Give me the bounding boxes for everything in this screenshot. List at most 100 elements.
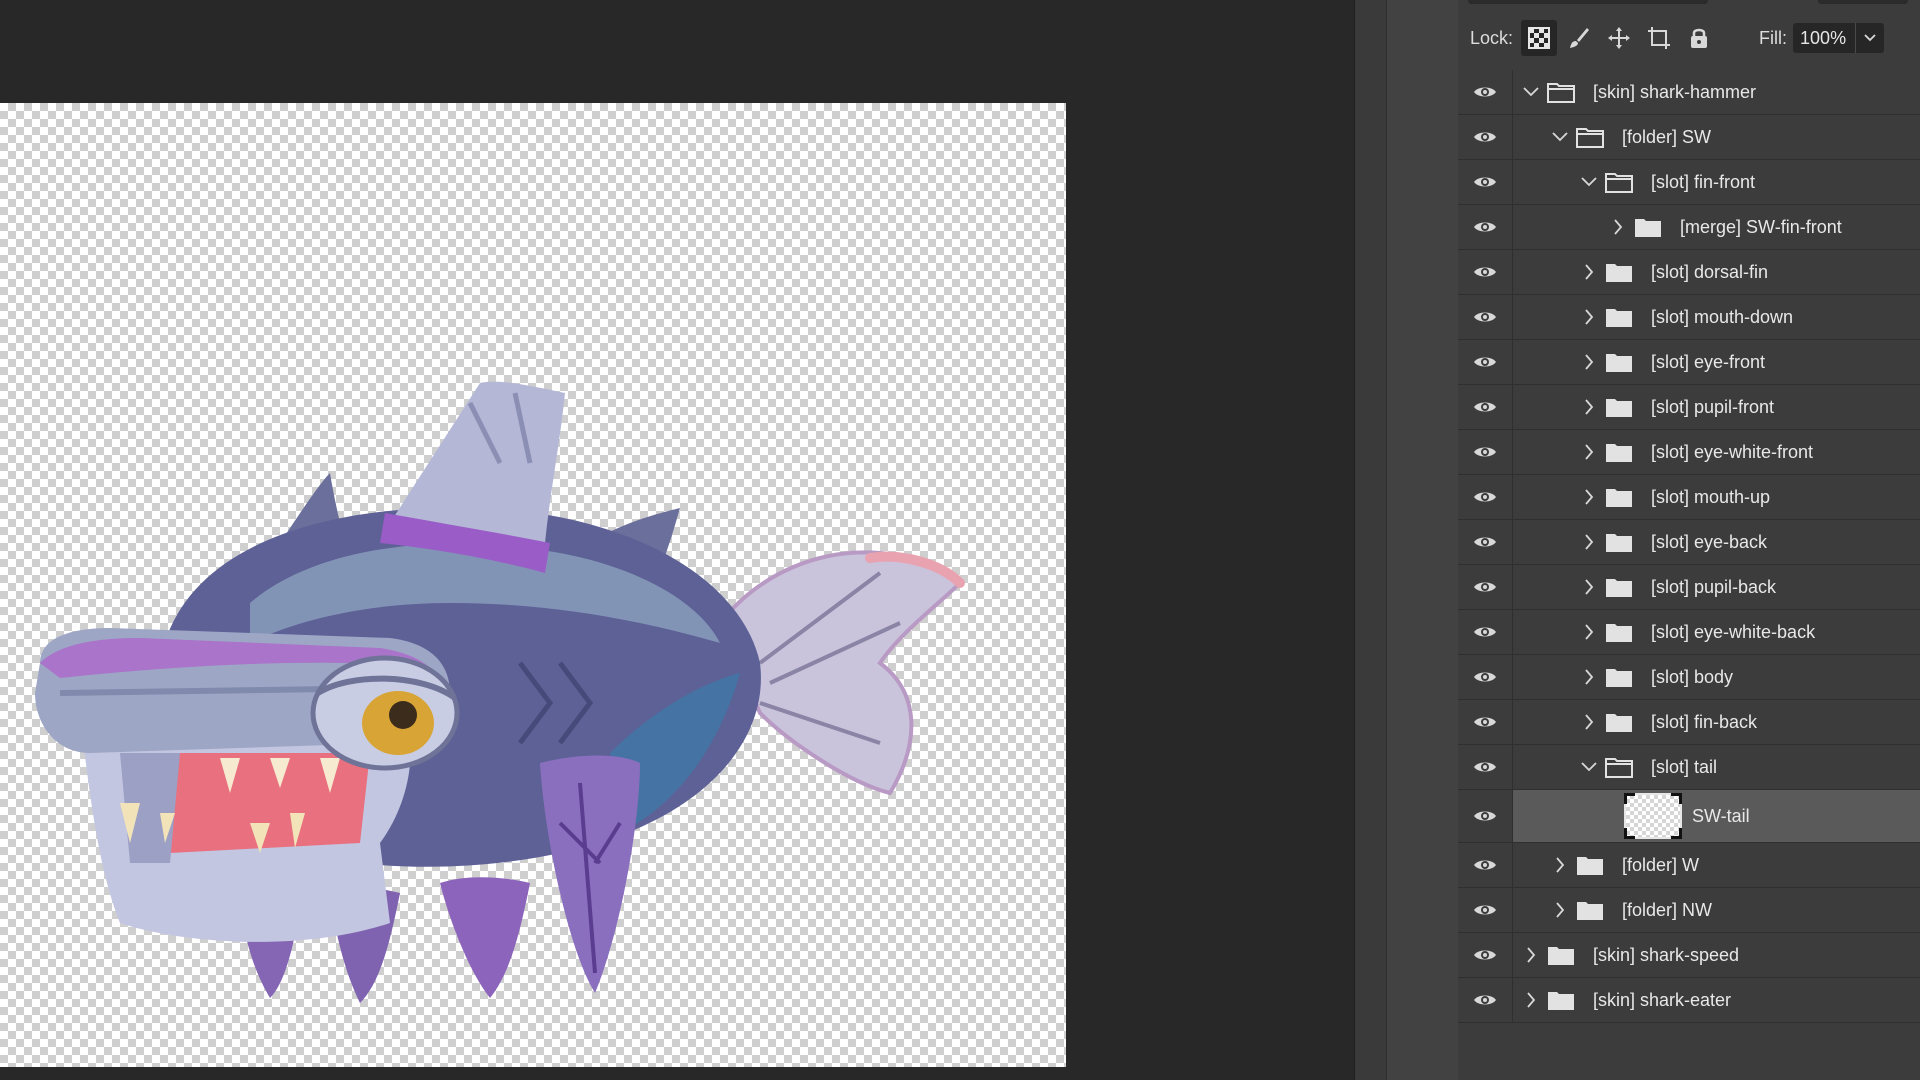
- visibility-toggle[interactable]: [1458, 475, 1513, 519]
- layer-group-row[interactable]: [slot] pupil-back: [1458, 565, 1920, 610]
- chevron-right-icon[interactable]: [1581, 624, 1597, 640]
- layer-row-body[interactable]: [slot] tail: [1513, 745, 1920, 789]
- visibility-toggle[interactable]: [1458, 520, 1513, 564]
- visibility-toggle[interactable]: [1458, 250, 1513, 294]
- layer-row-body[interactable]: [slot] pupil-front: [1513, 385, 1920, 429]
- chevron-right-icon[interactable]: [1581, 399, 1597, 415]
- layer-row-body[interactable]: [skin] shark-speed: [1513, 933, 1920, 977]
- layer-group-row[interactable]: [folder] W: [1458, 843, 1920, 888]
- layer-row-body[interactable]: [skin] shark-eater: [1513, 978, 1920, 1022]
- visibility-toggle[interactable]: [1458, 700, 1513, 744]
- layer-row-body[interactable]: [slot] fin-front: [1513, 160, 1920, 204]
- layer-row-body[interactable]: SW-tail: [1513, 790, 1920, 842]
- lock-all-button[interactable]: [1681, 20, 1717, 56]
- layer-row-body[interactable]: [slot] eye-front: [1513, 340, 1920, 384]
- dock-divider[interactable]: [1354, 0, 1387, 1080]
- layer-group-row[interactable]: [slot] eye-back: [1458, 520, 1920, 565]
- layer-group-row[interactable]: [skin] shark-speed: [1458, 933, 1920, 978]
- layer-group-row[interactable]: [slot] eye-white-front: [1458, 430, 1920, 475]
- layer-row-body[interactable]: [folder] NW: [1513, 888, 1920, 932]
- layer-row-body[interactable]: [folder] W: [1513, 843, 1920, 887]
- chevron-right-icon[interactable]: [1581, 444, 1597, 460]
- layer-group-row[interactable]: [slot] pupil-front: [1458, 385, 1920, 430]
- visibility-toggle[interactable]: [1458, 385, 1513, 429]
- chevron-right-icon[interactable]: [1523, 992, 1539, 1008]
- layer-row-body[interactable]: [slot] eye-white-back: [1513, 610, 1920, 654]
- layer-group-row[interactable]: [slot] eye-white-back: [1458, 610, 1920, 655]
- chevron-right-icon[interactable]: [1581, 669, 1597, 685]
- visibility-toggle[interactable]: [1458, 295, 1513, 339]
- layer-row-body[interactable]: [slot] mouth-down: [1513, 295, 1920, 339]
- layer-group-row[interactable]: [folder] NW: [1458, 888, 1920, 933]
- layer-row-body[interactable]: [skin] shark-hammer: [1513, 70, 1920, 114]
- visibility-toggle[interactable]: [1458, 430, 1513, 474]
- layer-group-row[interactable]: [slot] mouth-up: [1458, 475, 1920, 520]
- visibility-toggle[interactable]: [1458, 655, 1513, 699]
- layer-row-body[interactable]: [slot] fin-back: [1513, 700, 1920, 744]
- layer-group-row[interactable]: [slot] mouth-down: [1458, 295, 1920, 340]
- layer-row-body[interactable]: [merge] SW-fin-front: [1513, 205, 1920, 249]
- chevron-right-icon[interactable]: [1581, 354, 1597, 370]
- layer-group-row[interactable]: [slot] tail: [1458, 745, 1920, 790]
- visibility-toggle[interactable]: [1458, 610, 1513, 654]
- lock-artboard-button[interactable]: [1641, 20, 1677, 56]
- lock-transparent-pixels-button[interactable]: [1521, 20, 1558, 56]
- layer-row-body[interactable]: [slot] dorsal-fin: [1513, 250, 1920, 294]
- lock-position-button[interactable]: [1601, 20, 1637, 56]
- visibility-toggle[interactable]: [1458, 205, 1513, 249]
- chevron-down-icon[interactable]: [1581, 174, 1597, 190]
- chevron-right-icon[interactable]: [1552, 857, 1568, 873]
- layer-row-body[interactable]: [slot] mouth-up: [1513, 475, 1920, 519]
- layer-group-row[interactable]: [slot] dorsal-fin: [1458, 250, 1920, 295]
- layer-group-row[interactable]: [merge] SW-fin-front: [1458, 205, 1920, 250]
- visibility-toggle[interactable]: [1458, 790, 1513, 842]
- layer-row-body[interactable]: [slot] body: [1513, 655, 1920, 699]
- chevron-down-icon[interactable]: [1523, 84, 1539, 100]
- chevron-down-icon[interactable]: [1581, 759, 1597, 775]
- visibility-toggle[interactable]: [1458, 160, 1513, 204]
- chevron-right-icon[interactable]: [1552, 902, 1568, 918]
- blend-mode-field[interactable]: [1468, 0, 1708, 4]
- lock-image-pixels-button[interactable]: [1561, 20, 1597, 56]
- chevron-down-icon[interactable]: [1552, 129, 1568, 145]
- layer-row-body[interactable]: [folder] SW: [1513, 115, 1920, 159]
- visibility-toggle[interactable]: [1458, 745, 1513, 789]
- document-canvas[interactable]: [0, 103, 1066, 1067]
- layer-group-row[interactable]: [slot] fin-back: [1458, 700, 1920, 745]
- chevron-right-icon[interactable]: [1581, 579, 1597, 595]
- layer-group-row[interactable]: [slot] body: [1458, 655, 1920, 700]
- chevron-right-icon[interactable]: [1523, 947, 1539, 963]
- layer-name: [slot] fin-back: [1651, 711, 1758, 732]
- visibility-toggle[interactable]: [1458, 843, 1513, 887]
- visibility-toggle[interactable]: [1458, 70, 1513, 114]
- layer-group-row[interactable]: [slot] fin-front: [1458, 160, 1920, 205]
- visibility-toggle[interactable]: [1458, 978, 1513, 1022]
- layer-row-body[interactable]: [slot] eye-white-front: [1513, 430, 1920, 474]
- chevron-right-icon[interactable]: [1581, 534, 1597, 550]
- chevron-right-icon[interactable]: [1581, 489, 1597, 505]
- chevron-right-icon[interactable]: [1581, 714, 1597, 730]
- layer-group-row[interactable]: [slot] eye-front: [1458, 340, 1920, 385]
- layer-group-row[interactable]: [skin] shark-eater: [1458, 978, 1920, 1023]
- opacity-field[interactable]: [1818, 0, 1908, 4]
- visibility-toggle[interactable]: [1458, 565, 1513, 609]
- visibility-toggle[interactable]: [1458, 933, 1513, 977]
- layer-row-body[interactable]: [slot] eye-back: [1513, 520, 1920, 564]
- visibility-toggle[interactable]: [1458, 888, 1513, 932]
- chevron-right-icon[interactable]: [1610, 219, 1626, 235]
- layer-group-row[interactable]: [skin] shark-hammer: [1458, 70, 1920, 115]
- layer-row[interactable]: SW-tail: [1458, 790, 1920, 843]
- fill-input[interactable]: 100%: [1793, 23, 1856, 53]
- fill-dropdown-button[interactable]: [1855, 23, 1885, 53]
- layer-thumbnail[interactable]: [1624, 793, 1682, 839]
- chevron-right-icon[interactable]: [1581, 264, 1597, 280]
- visibility-toggle[interactable]: [1458, 340, 1513, 384]
- layer-row-body[interactable]: [slot] pupil-back: [1513, 565, 1920, 609]
- layer-name: [slot] eye-back: [1651, 531, 1768, 552]
- document-window[interactable]: [0, 0, 1354, 1080]
- visibility-toggle[interactable]: [1458, 115, 1513, 159]
- collapsed-panel-dock[interactable]: [1386, 0, 1460, 1080]
- chevron-right-icon[interactable]: [1581, 309, 1597, 325]
- layer-group-row[interactable]: [folder] SW: [1458, 115, 1920, 160]
- folder-icon: [1605, 711, 1633, 733]
